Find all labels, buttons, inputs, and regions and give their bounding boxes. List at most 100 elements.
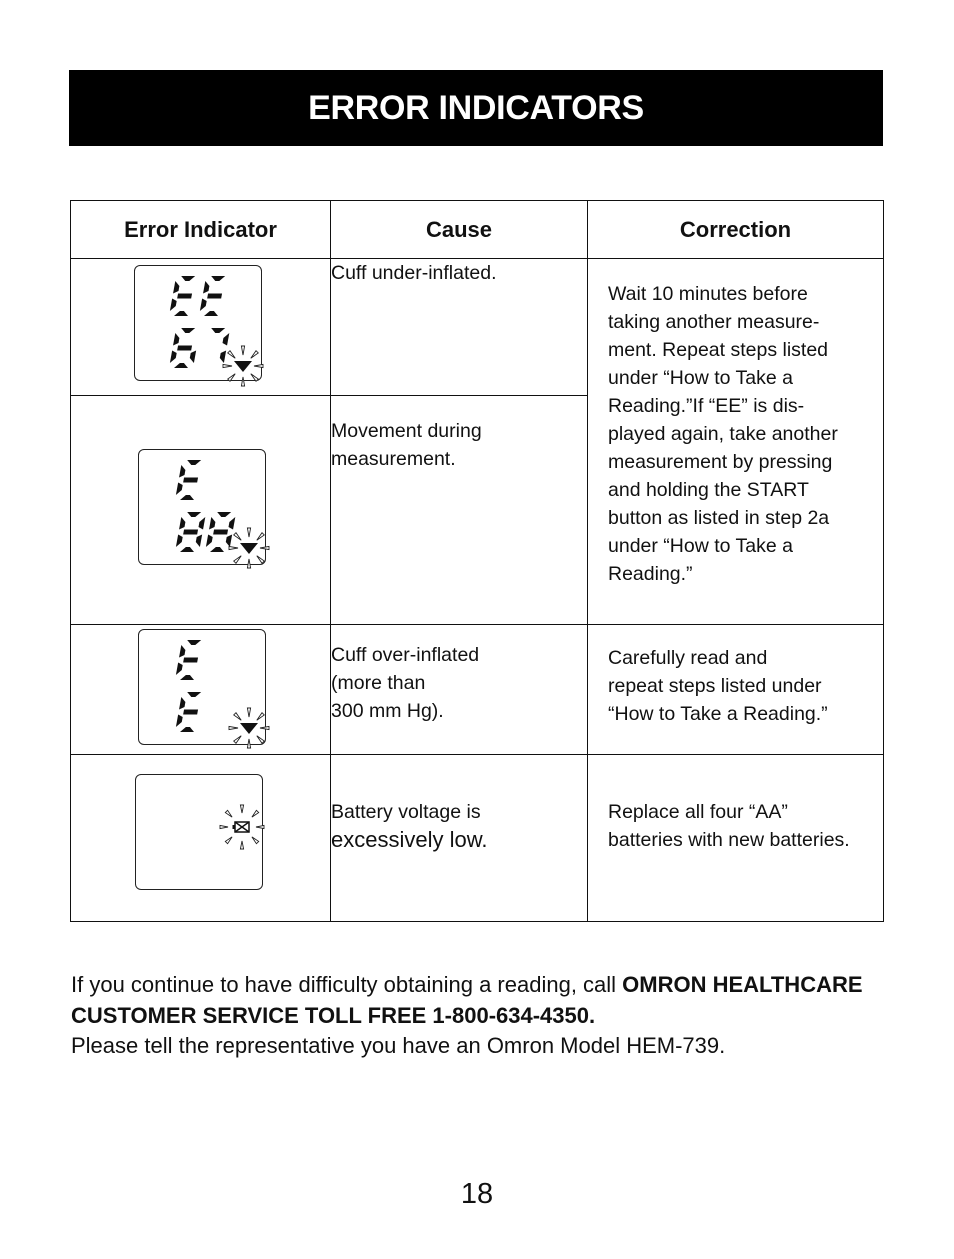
table-header-row: Error Indicator Cause Correction (70, 200, 884, 259)
header-error-indicator: Error Indicator (70, 200, 331, 259)
digit-6-segment-c (189, 350, 197, 363)
digit-7-segment-a (211, 328, 226, 333)
digit-8-segment-e (205, 534, 213, 547)
correction-line: Reading.”If “EE” is dis- (608, 395, 805, 417)
indicator-cell (70, 395, 331, 625)
indicator-cell (70, 258, 331, 396)
correction-cell: Carefully read and repeat steps listed u… (587, 624, 884, 755)
cause-line: 300 mm Hg). (331, 700, 444, 722)
digit-E-segment-d (174, 311, 188, 316)
table-row: Cuff under-inflated. Wait 10 minutes bef… (70, 258, 884, 625)
digit-E-segment-g (207, 293, 223, 299)
digit-8-segment-e (175, 534, 183, 547)
header-cause: Cause (330, 200, 588, 259)
lcd-display-e-88 (138, 449, 270, 569)
correction-line: Replace all four “AA” (608, 801, 788, 823)
digit-E-segment-f (179, 645, 186, 658)
digit-E-segment-f (203, 281, 210, 294)
correction-line: Carefully read and (608, 647, 768, 669)
cause-cell: Movement during measurement. (330, 395, 588, 625)
lcd-display-e-e (138, 629, 270, 749)
correction-line: batteries with new batteries. (608, 829, 850, 851)
digit-8-segment-f (209, 517, 216, 530)
correction-line: Wait 10 minutes before (608, 283, 808, 305)
correction-line: under “How to Take a (608, 367, 793, 389)
cause-cell: Cuff over-inflated (more than 300 mm Hg)… (330, 624, 588, 755)
correction-line: taking another measure- (608, 311, 820, 333)
cause-line: Cuff under-inflated. (331, 262, 497, 284)
digit-E-segment-g (177, 293, 193, 299)
digit-8-segment-a (217, 512, 232, 517)
customer-service-note: If you continue to have difficulty obtai… (71, 970, 954, 1062)
correction-line: and holding the START (608, 479, 809, 501)
note-text: If you continue to have difficulty obtai… (71, 972, 623, 997)
correction-cell: Replace all four “AA” batteries with new… (587, 754, 884, 922)
heart-icon (240, 723, 258, 734)
correction-line: under “How to Take a (608, 535, 793, 557)
correction-line: played again, take another (608, 423, 838, 445)
digit-7-segment-b (222, 333, 230, 346)
digit-8-segment-a (187, 512, 202, 517)
cause-cell: Battery voltage is excessively low. (330, 754, 588, 922)
digit-8-segment-g (213, 529, 229, 535)
digit-E-segment-a (187, 692, 202, 697)
digit-E-segment-f (179, 465, 186, 478)
digit-E-segment-e (199, 298, 207, 311)
correction-line: repeat steps listed under (608, 675, 822, 697)
cause-line: (more than (331, 672, 426, 694)
correction-line: “How to Take a Reading.” (608, 703, 828, 725)
lcd-display-low-battery (135, 774, 265, 890)
cause-line: Cuff over-inflated (331, 644, 480, 666)
indicator-cell (70, 754, 331, 922)
digit-8-segment-d (210, 547, 224, 552)
heart-icon (240, 543, 258, 554)
lcd-digits (175, 640, 270, 749)
digit-8-segment-c (195, 534, 203, 547)
heart-icon (234, 361, 252, 372)
header-correction: Correction (587, 200, 884, 259)
cause-line: measurement. (331, 448, 456, 470)
cause-line: Battery voltage is (331, 801, 481, 823)
digit-8-segment-g (183, 529, 199, 535)
digit-E-segment-e (175, 714, 183, 727)
digit-E-segment-a (211, 276, 226, 281)
lcd-digits (175, 460, 270, 569)
digit-8-segment-b (228, 517, 236, 530)
low-battery-icon (232, 821, 250, 833)
digit-6-segment-e (169, 350, 177, 363)
cause-line: excessively low. (331, 827, 488, 852)
lcd-display-ee-67 (134, 265, 264, 387)
note-text: Please tell the representative you have … (71, 1033, 726, 1058)
digit-8-segment-c (225, 534, 233, 547)
correction-line: button as listed in step 2a (608, 507, 830, 529)
lcd-digits (219, 804, 265, 850)
page-number: 18 (460, 1178, 494, 1210)
correction-line: measurement by pressing (608, 451, 833, 473)
digit-E-segment-d (204, 311, 218, 316)
digit-E-segment-f (179, 697, 186, 710)
digit-E-segment-a (187, 640, 202, 645)
digit-8-segment-b (198, 517, 206, 530)
title-bar: ERROR INDICATORS (69, 70, 883, 146)
lcd-digits (169, 276, 264, 387)
digit-6-segment-g (177, 345, 193, 351)
digit-6-segment-f (173, 333, 180, 346)
page-title: ERROR INDICATORS (308, 88, 644, 127)
digit-E-segment-e (175, 482, 183, 495)
digit-E-segment-f (173, 281, 180, 294)
cause-line: Movement during (331, 420, 482, 442)
digit-6-segment-d (174, 363, 188, 368)
error-indicators-table: Error Indicator Cause Correction Cuff un… (70, 200, 884, 922)
correction-line: Reading.” (608, 563, 693, 585)
digit-E-segment-d (180, 495, 194, 500)
digit-E-segment-e (175, 662, 183, 675)
digit-E-segment-d (180, 675, 194, 680)
digit-6-segment-a (181, 328, 196, 333)
digit-E-segment-g (183, 709, 199, 715)
digit-E-segment-d (180, 727, 194, 732)
cause-cell: Cuff under-inflated. (330, 258, 588, 396)
digit-E-segment-a (181, 276, 196, 281)
digit-8-segment-f (179, 517, 186, 530)
table-row: Cuff over-inflated (more than 300 mm Hg)… (70, 624, 884, 755)
digit-8-segment-d (180, 547, 194, 552)
